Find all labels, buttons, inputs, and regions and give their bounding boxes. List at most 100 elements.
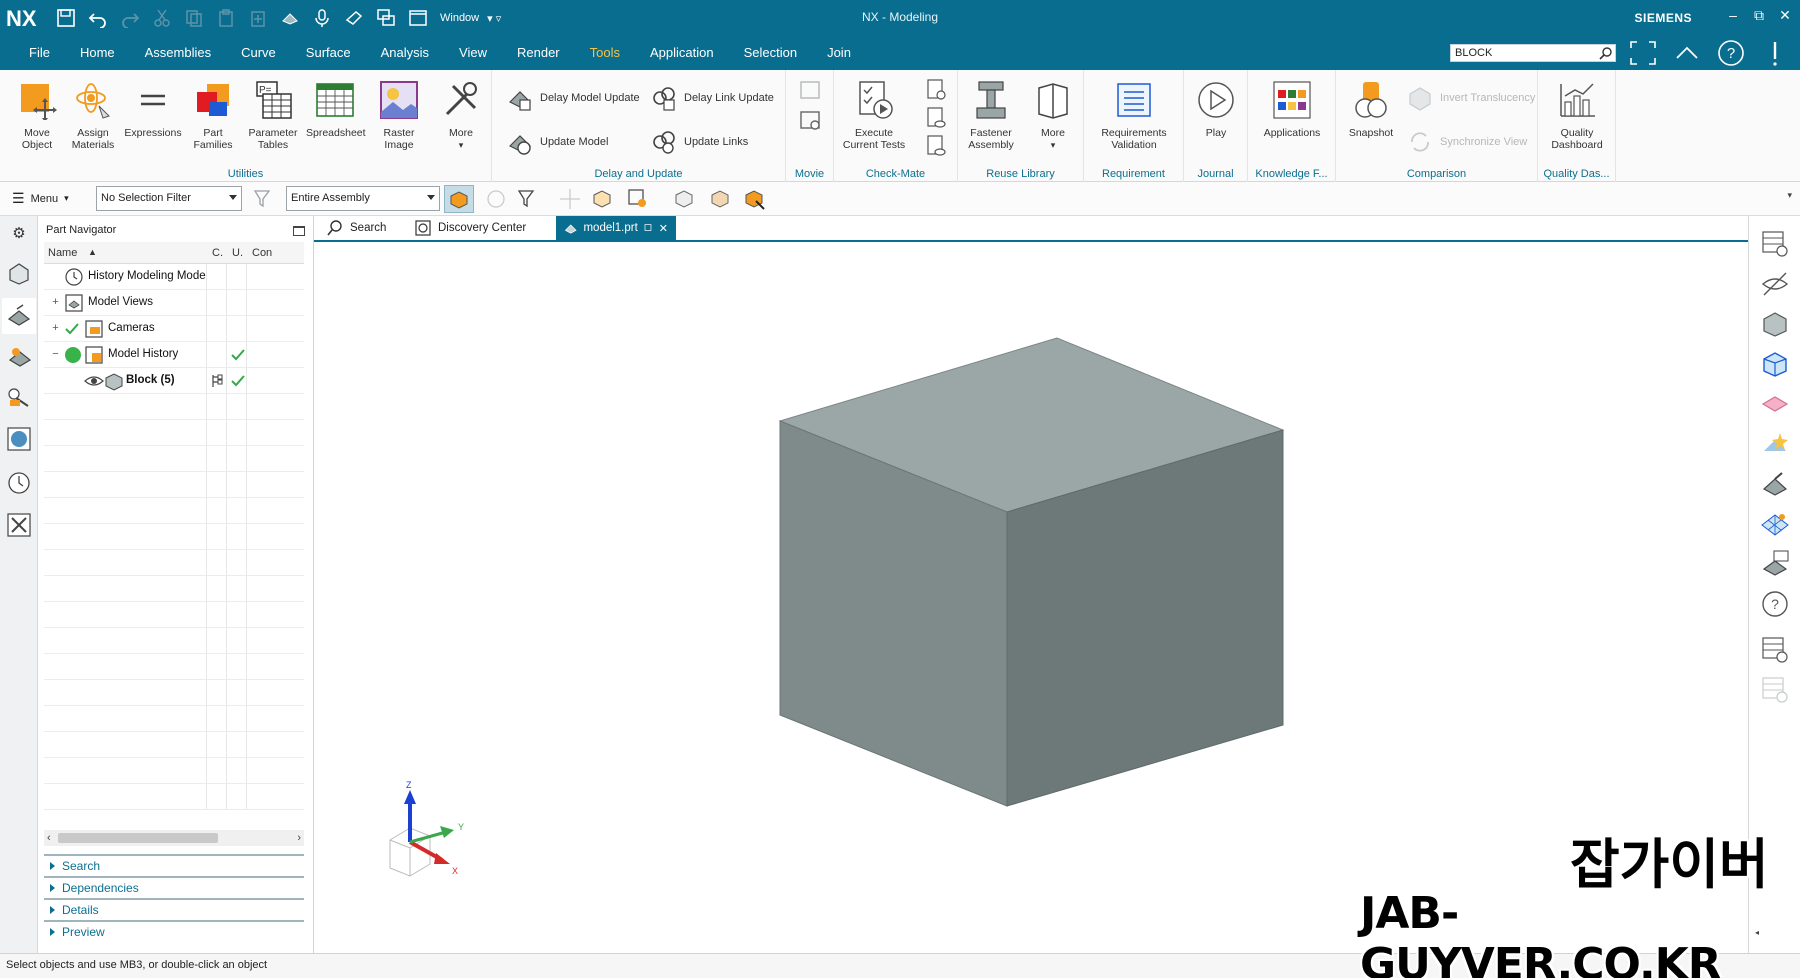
qat-customize-icon[interactable]: ▾ ▿ <box>487 12 501 25</box>
process-studio-icon[interactable] <box>4 510 34 540</box>
close-tab-icon[interactable]: ✕ <box>659 222 668 235</box>
tab-selection[interactable]: Selection <box>729 36 812 70</box>
scrollbar-thumb[interactable] <box>58 833 218 843</box>
selection-scope-dropdown[interactable]: Entire Assembly <box>286 186 440 211</box>
undo-icon[interactable] <box>84 4 112 32</box>
shaded-view-icon[interactable] <box>1759 308 1791 340</box>
block-body[interactable] <box>314 242 1748 953</box>
reuse-library-icon[interactable] <box>4 382 34 412</box>
move-object-button[interactable]: Move Object <box>8 80 66 151</box>
restore-icon[interactable]: ⧉ <box>1750 6 1768 24</box>
switch-window-icon[interactable] <box>372 4 400 32</box>
tab-render[interactable]: Render <box>502 36 575 70</box>
paste-icon[interactable] <box>212 4 240 32</box>
column-con[interactable]: Con <box>252 247 272 259</box>
assign-materials-button[interactable]: Assign Materials <box>64 80 122 151</box>
tab-home[interactable]: Home <box>65 36 130 70</box>
navigator-horizontal-scrollbar[interactable]: ‹ › <box>44 830 304 846</box>
help-icon[interactable]: ? <box>1716 39 1746 67</box>
update-links-button[interactable]: Update Links <box>650 128 748 156</box>
snapshot-button[interactable]: Snapshot <box>1342 80 1400 139</box>
general-selection-icon[interactable] <box>484 187 508 211</box>
maximize-icon[interactable] <box>293 226 305 236</box>
expand-toggle[interactable]: + <box>50 323 61 334</box>
tree-row-history-mode[interactable]: History Modeling Mode <box>44 264 304 290</box>
history-list-icon[interactable] <box>1759 674 1791 706</box>
tab-model1-prt[interactable]: model1.prt ✕ <box>556 216 676 240</box>
part-view-icon[interactable] <box>1759 468 1791 500</box>
minimize-icon[interactable]: – <box>1724 6 1742 24</box>
play-journal-button[interactable]: Play <box>1187 80 1245 139</box>
selection-bar-overflow-icon[interactable]: ▾ <box>1787 190 1792 201</box>
checkmark-icon[interactable] <box>64 321 80 337</box>
select-point-icon[interactable] <box>626 187 650 211</box>
paste-special-icon[interactable] <box>244 4 272 32</box>
grid-icon[interactable] <box>1759 508 1791 540</box>
raster-image-button[interactable]: Raster Image <box>370 80 428 151</box>
select-component-icon[interactable] <box>742 187 766 211</box>
select-feature-toggle[interactable] <box>444 185 474 213</box>
command-search-input[interactable]: BLOCK <box>1450 44 1616 62</box>
pmi-icon[interactable] <box>1759 548 1791 580</box>
scroll-left-icon[interactable]: ‹ <box>47 832 51 844</box>
tree-row-cameras[interactable]: + Cameras <box>44 316 304 342</box>
window-icon[interactable] <box>404 4 432 32</box>
applications-button[interactable]: Applications <box>1252 80 1332 139</box>
tab-assemblies[interactable]: Assemblies <box>130 36 226 70</box>
tab-discovery-center[interactable]: Discovery Center <box>406 216 534 240</box>
section-plane-icon[interactable] <box>1759 388 1791 420</box>
solid-body-icon[interactable] <box>672 187 696 211</box>
expressions-button[interactable]: Expressions <box>124 80 182 139</box>
more-utilities-button[interactable]: More ▾ <box>432 80 490 151</box>
tab-tools[interactable]: Tools <box>575 36 635 70</box>
menu-button[interactable]: ☰ Menu ▾ <box>12 190 69 207</box>
tab-curve[interactable]: Curve <box>226 36 291 70</box>
constraint-navigator-icon[interactable] <box>4 342 34 372</box>
fastener-assembly-button[interactable]: Fastener Assembly <box>962 80 1020 151</box>
panel-dependencies[interactable]: Dependencies <box>44 876 304 898</box>
movie-settings-icon[interactable] <box>798 108 822 132</box>
expand-toggle[interactable]: + <box>50 297 61 308</box>
requirements-validation-button[interactable]: Requirements Validation <box>1090 80 1178 151</box>
select-body-icon[interactable] <box>590 187 614 211</box>
tab-analysis[interactable]: Analysis <box>366 36 444 70</box>
cut-icon[interactable] <box>148 4 176 32</box>
roles-list-icon[interactable] <box>1759 634 1791 666</box>
update-model-button[interactable]: Update Model <box>506 128 609 156</box>
tab-file[interactable]: File <box>14 36 65 70</box>
graphics-window[interactable]: Z Y X <box>314 242 1748 953</box>
column-u[interactable]: U. <box>232 247 243 259</box>
spreadsheet-button[interactable]: Spreadsheet <box>306 80 366 139</box>
tab-surface[interactable]: Surface <box>291 36 366 70</box>
view-orientation-icon[interactable] <box>1759 348 1791 380</box>
tab-search[interactable]: Search <box>318 216 394 240</box>
tab-join[interactable]: Join <box>812 36 866 70</box>
microphone-icon[interactable] <box>308 4 336 32</box>
delay-model-update-button[interactable]: Delay Model Update <box>506 84 640 112</box>
collapse-toggle[interactable]: − <box>50 349 61 360</box>
help-circle-icon[interactable]: ? <box>1759 588 1791 620</box>
eye-icon[interactable] <box>84 371 104 391</box>
window-menu-label[interactable]: Window <box>440 12 479 24</box>
scroll-right-icon[interactable]: › <box>297 832 301 844</box>
visual-effects-icon[interactable] <box>1759 428 1791 460</box>
web-browser-icon[interactable] <box>4 424 34 454</box>
delay-link-update-button[interactable]: Delay Link Update <box>650 84 774 112</box>
quality-dashboard-button[interactable]: Quality Dashboard <box>1548 80 1606 151</box>
snap-point-icon[interactable] <box>558 187 582 211</box>
history-icon[interactable] <box>4 468 34 498</box>
invert-translucency-button[interactable]: Invert Translucency <box>1406 84 1535 112</box>
search-icon[interactable] <box>1599 46 1613 60</box>
check-results-icon[interactable] <box>924 106 948 130</box>
type-filter-icon[interactable] <box>516 187 540 211</box>
panel-search[interactable]: Search <box>44 854 304 876</box>
panel-preview[interactable]: Preview <box>44 920 304 942</box>
alert-icon[interactable] <box>1760 39 1790 67</box>
column-name[interactable]: Name <box>48 247 77 259</box>
panel-details[interactable]: Details <box>44 898 304 920</box>
collapse-ribbon-icon[interactable] <box>1672 39 1702 67</box>
tab-view[interactable]: View <box>444 36 502 70</box>
tab-application[interactable]: Application <box>635 36 729 70</box>
sheet-body-icon[interactable] <box>708 187 732 211</box>
tree-row-model-views[interactable]: + Model Views <box>44 290 304 316</box>
